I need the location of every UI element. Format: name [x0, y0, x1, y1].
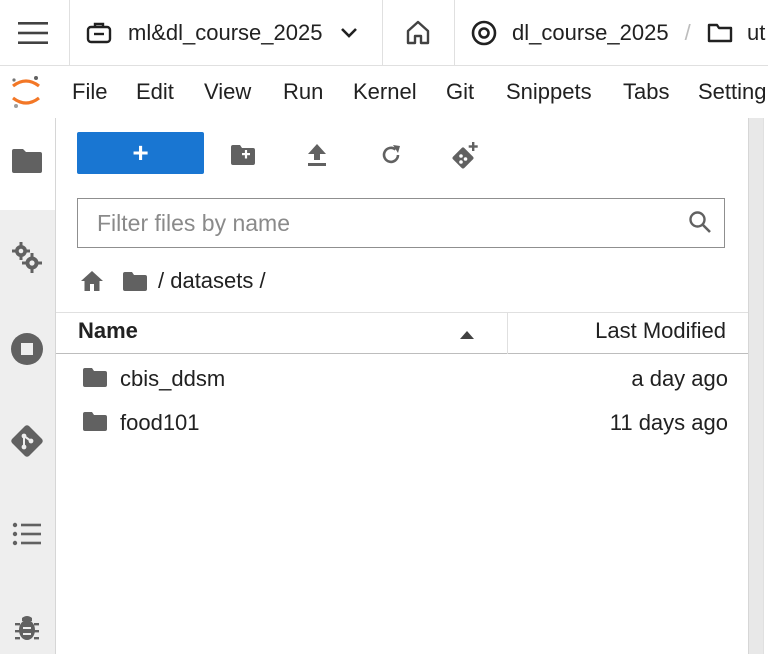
- filter-input[interactable]: [95, 208, 679, 238]
- file-name: food101: [120, 410, 200, 435]
- last-modified-column-header[interactable]: Last Modified: [595, 318, 726, 344]
- menu-tabs[interactable]: Tabs: [623, 66, 669, 118]
- project-icon: [470, 19, 498, 47]
- folder-icon: [82, 411, 108, 437]
- debugger-bug-icon[interactable]: [8, 608, 46, 646]
- upload-icon[interactable]: [302, 140, 332, 170]
- workspace-name: ml&dl_course_2025: [128, 19, 323, 45]
- plus-label: +: [132, 137, 149, 168]
- new-folder-icon[interactable]: [228, 140, 258, 170]
- menu-git[interactable]: Git: [446, 66, 474, 118]
- path-breadcrumb[interactable]: ut: [707, 0, 765, 65]
- menu-snippets[interactable]: Snippets: [506, 66, 592, 118]
- file-browser-folder-icon[interactable]: [8, 142, 46, 180]
- new-launcher-button[interactable]: +: [77, 132, 204, 174]
- chevron-down-icon: [340, 27, 358, 39]
- path-name: ut: [747, 19, 766, 45]
- refresh-icon[interactable]: [376, 140, 406, 170]
- briefcase-icon: [86, 21, 112, 45]
- project-breadcrumb[interactable]: dl_course_2025 /: [470, 0, 691, 65]
- file-row-food101[interactable]: food101 11 days ago: [56, 401, 748, 445]
- name-column-header[interactable]: Name: [78, 318, 138, 344]
- stop-circle-icon[interactable]: [8, 330, 46, 368]
- running-gears-icon[interactable]: [8, 238, 46, 276]
- menu-settings[interactable]: Setting: [698, 66, 767, 118]
- menu-bar: File Edit View Run Kernel Git Snippets T…: [0, 66, 768, 118]
- git-clone-icon[interactable]: [450, 140, 480, 170]
- table-of-contents-icon[interactable]: [8, 515, 46, 553]
- file-row-cbis-ddsm[interactable]: cbis_ddsm a day ago: [56, 357, 748, 401]
- home-crumb-icon[interactable]: [80, 270, 104, 292]
- menu-view[interactable]: View: [204, 66, 251, 118]
- menu-edit[interactable]: Edit: [136, 66, 174, 118]
- hamburger-menu-icon[interactable]: [18, 0, 48, 65]
- folder-outline-icon: [707, 22, 733, 44]
- folder-icon: [82, 367, 108, 393]
- panel-scrollbar[interactable]: [748, 118, 764, 654]
- project-name: dl_course_2025: [512, 19, 669, 45]
- search-icon[interactable]: [688, 210, 712, 234]
- workspace-selector[interactable]: ml&dl_course_2025: [86, 0, 358, 65]
- file-modified: a day ago: [631, 366, 728, 391]
- main-area-edge: [763, 118, 768, 654]
- sort-ascending-icon[interactable]: [459, 327, 475, 345]
- breadcrumb: / datasets /: [80, 263, 266, 299]
- column-divider[interactable]: [507, 312, 508, 354]
- home-icon[interactable]: [404, 0, 432, 65]
- menu-run[interactable]: Run: [283, 66, 323, 118]
- menu-file[interactable]: File: [72, 66, 107, 118]
- file-name: cbis_ddsm: [120, 366, 226, 391]
- filter-files-search[interactable]: [77, 198, 725, 248]
- breadcrumb-path[interactable]: / datasets /: [158, 268, 266, 294]
- last-modified-column-label: Last Modified: [595, 318, 726, 343]
- breadcrumb-separator: /: [684, 19, 691, 45]
- name-column-label: Name: [78, 318, 138, 343]
- file-modified: 11 days ago: [609, 410, 728, 435]
- menu-kernel[interactable]: Kernel: [353, 66, 417, 118]
- folder-crumb-icon[interactable]: [122, 271, 148, 292]
- top-bar: ml&dl_course_2025 dl_course_2025 / ut: [0, 0, 768, 66]
- git-icon[interactable]: [8, 422, 46, 460]
- jupyter-logo-icon[interactable]: [10, 66, 42, 118]
